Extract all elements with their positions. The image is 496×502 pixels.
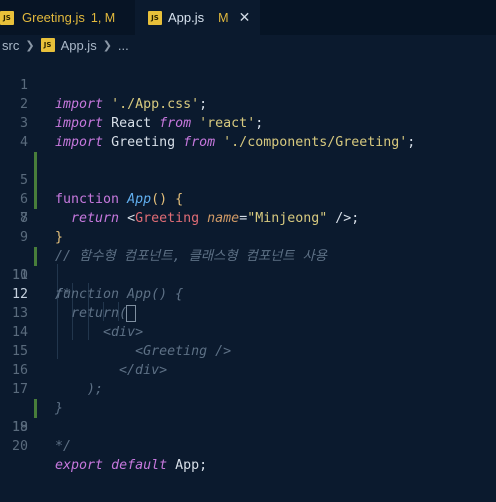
editor-tab-bar: JS Greeting.js 1, M JS App.js M ✕ [0,0,496,35]
code-line: 2 import React from 'react'; [0,76,496,131]
tab-status: M [218,10,229,25]
tab-status: 1, M [90,10,116,25]
js-file-icon: JS [148,10,162,25]
breadcrumb: src ❯ JS App.js ❯ ... [0,35,496,55]
code-line: 7 } [0,171,496,245]
code-line: 6 return <Greeting name="Minjeong" />; [0,152,496,226]
tab-greeting-js[interactable]: JS Greeting.js 1, M [0,0,135,35]
code-line: 9 // 함수형 컴포넌트, 클래스형 컴포넌트 사용 [0,209,496,264]
js-file-icon: JS [0,10,14,25]
tab-label: App.js [168,10,205,25]
code-line: 17 } [0,361,496,416]
tab-app-js[interactable]: JS App.js M ✕ [135,0,260,35]
code-line: 19 [0,399,496,435]
tab-label: Greeting.js [22,10,85,25]
line-number: 20 [11,439,28,454]
code-editor[interactable]: 1 import './App.css'; 2 import React fro… [0,55,496,502]
code-line: 18 */ [0,380,496,454]
js-file-icon: JS [40,38,55,52]
breadcrumb-folder[interactable]: src [0,38,19,53]
code-line: 16 ); [0,342,496,397]
chevron-right-icon: ❯ [25,38,35,52]
code-line: 3 import Greeting from './components/Gre… [0,95,496,150]
code-line: 8 [0,190,496,226]
code-line: 5 function App() { [0,133,496,207]
chevron-right-icon: ❯ [102,38,112,52]
breadcrumb-symbol[interactable]: ... [118,38,129,53]
code-line: 1 import './App.css'; [0,57,496,112]
code-line: 14 <Greeting /> [0,304,496,359]
breadcrumb-file[interactable]: App.js [61,38,97,53]
code-line: 13 <div> [0,285,496,340]
code-line: 15 </div> [0,323,496,378]
code-line: 20 export default App; [0,418,496,473]
code-line-current: 12 return( [0,266,496,322]
close-icon[interactable]: ✕ [239,10,251,26]
code-line: 10 /* [0,228,496,302]
code-line: 4 [0,114,496,150]
code-line: 11 function App() { [0,247,496,302]
